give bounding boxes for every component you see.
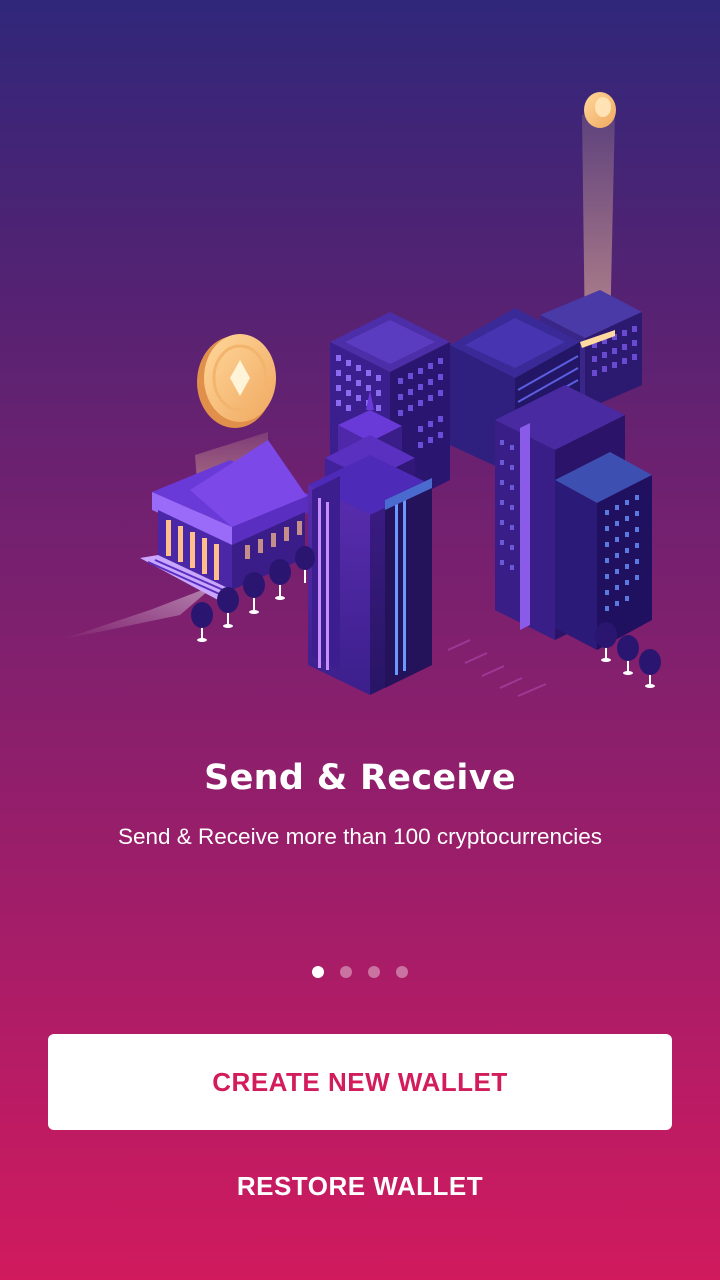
city-illustration — [40, 80, 680, 720]
page-indicator — [0, 966, 720, 978]
page-dot-1[interactable] — [312, 966, 324, 978]
page-dot-4[interactable] — [396, 966, 408, 978]
onboarding-subtitle: Send & Receive more than 100 cryptocurre… — [117, 824, 602, 849]
create-new-wallet-button[interactable]: CREATE NEW WALLET — [48, 1034, 672, 1130]
page-dot-2[interactable] — [340, 966, 352, 978]
restore-wallet-button[interactable]: RESTORE WALLET — [48, 1150, 672, 1222]
page-dot-3[interactable] — [368, 966, 380, 978]
onboarding-title: Send & Receive — [204, 758, 516, 798]
onboarding-screen: Send & Receive Send & Receive more than … — [0, 0, 720, 1280]
